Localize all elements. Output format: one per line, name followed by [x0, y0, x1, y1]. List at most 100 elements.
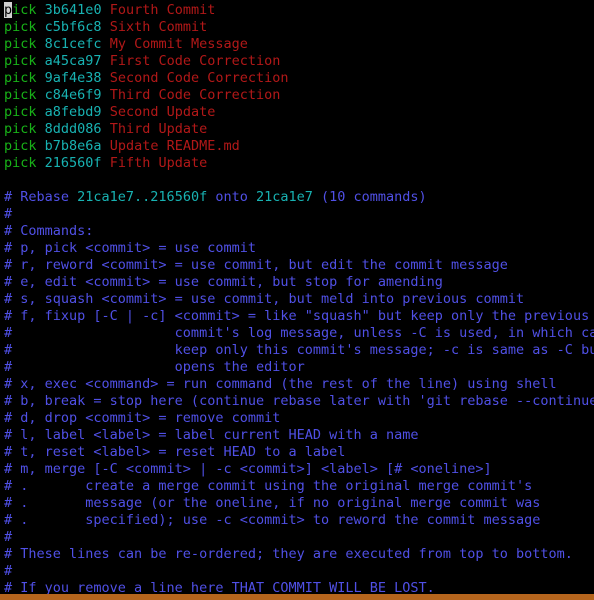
- comment-text: # l, label <label> = label current HEAD …: [4, 427, 419, 443]
- todo-sha[interactable]: a8febd9: [45, 104, 102, 120]
- comment-line: # keep only this commit's message; -c is…: [4, 342, 594, 359]
- todo-command[interactable]: pick: [4, 70, 37, 86]
- todo-line[interactable]: pick b7b8e6a Update README.md: [4, 138, 594, 155]
- text-cursor[interactable]: p: [4, 2, 13, 18]
- comment-text: #: [4, 206, 13, 222]
- rebase-command-count: (10 commands): [312, 189, 427, 205]
- todo-line[interactable]: pick a45ca97 First Code Correction: [4, 53, 594, 70]
- comment-line: # s, squash <commit> = use commit, but m…: [4, 291, 594, 308]
- comment-line: #: [4, 529, 594, 546]
- comment-text: # r, reword <commit> = use commit, but e…: [4, 257, 508, 273]
- comment-line: # opens the editor: [4, 359, 594, 376]
- todo-line[interactable]: pick 9af4e38 Second Code Correction: [4, 70, 594, 87]
- todo-subject[interactable]: Sixth Commit: [102, 19, 208, 35]
- todo-sha[interactable]: 8c1cefc: [45, 36, 102, 52]
- rebase-onto-sha: 21ca1e7: [255, 189, 313, 205]
- todo-command[interactable]: pick: [4, 138, 37, 154]
- comment-text: # b, break = stop here (continue rebase …: [4, 393, 594, 409]
- comment-line: #: [4, 563, 594, 580]
- rebase-header-line: # Rebase 21ca1e7..216560f onto 21ca1e7 (…: [4, 189, 594, 206]
- comment-text: # These lines can be re-ordered; they ar…: [4, 546, 573, 562]
- rebase-header-prefix: # Rebase: [4, 189, 78, 205]
- todo-sha[interactable]: c84e6f9: [45, 87, 102, 103]
- todo-sha[interactable]: 8ddd086: [45, 121, 102, 137]
- todo-subject[interactable]: Update README.md: [102, 138, 240, 154]
- comment-line: # . specified); use -c <commit> to rewor…: [4, 512, 594, 529]
- todo-line[interactable]: pick 3b641e0 Fourth Commit: [4, 2, 594, 19]
- comment-line: # d, drop <commit> = remove commit: [4, 410, 594, 427]
- todo-command[interactable]: pick: [4, 121, 37, 137]
- comment-text: # Commands:: [4, 223, 94, 239]
- editor-bottom-bar: [0, 594, 594, 597]
- comment-text: # d, drop <commit> = remove commit: [4, 410, 281, 426]
- todo-subject[interactable]: Second Update: [102, 104, 216, 120]
- comment-line: # p, pick <commit> = use commit: [4, 240, 594, 257]
- todo-command[interactable]: pick: [4, 87, 37, 103]
- comment-line: # commit's log message, unless -C is use…: [4, 325, 594, 342]
- todo-subject[interactable]: Fourth Commit: [102, 2, 216, 18]
- comment-text: # s, squash <commit> = use commit, but m…: [4, 291, 525, 307]
- blank: [4, 172, 12, 188]
- comment-line: # m, merge [-C <commit> | -c <commit>] <…: [4, 461, 594, 478]
- todo-command[interactable]: pick: [4, 36, 37, 52]
- todo-command[interactable]: pick: [4, 155, 37, 171]
- comment-text: # e, edit <commit> = use commit, but sto…: [4, 274, 443, 290]
- todo-subject[interactable]: My Commit Message: [102, 36, 248, 52]
- todo-subject[interactable]: Fifth Update: [102, 155, 208, 171]
- todo-line[interactable]: pick 8ddd086 Third Update: [4, 121, 594, 138]
- todo-sha[interactable]: 9af4e38: [45, 70, 102, 86]
- terminal-editor[interactable]: pick 3b641e0 Fourth Commit pick c5bf6c8 S…: [0, 0, 594, 600]
- todo-sha[interactable]: a45ca97: [45, 53, 102, 69]
- comment-line: # . create a merge commit using the orig…: [4, 478, 594, 495]
- comment-text: # commit's log message, unless -C is use…: [4, 325, 594, 341]
- comment-text: # . message (or the oneline, if no origi…: [4, 495, 541, 511]
- comment-line: #: [4, 206, 594, 223]
- rebase-todo-buffer[interactable]: pick 3b641e0 Fourth Commit pick c5bf6c8 S…: [0, 0, 594, 597]
- todo-line[interactable]: pick 8c1cefc My Commit Message: [4, 36, 594, 53]
- todo-subject[interactable]: Second Code Correction: [102, 70, 289, 86]
- todo-sha[interactable]: b7b8e6a: [45, 138, 102, 154]
- comment-text: # f, fixup [-C | -c] <commit> = like "sq…: [4, 308, 590, 324]
- todo-line[interactable]: pick a8febd9 Second Update: [4, 104, 594, 121]
- todo-sha[interactable]: 216560f: [45, 155, 102, 171]
- todo-command[interactable]: pick: [4, 104, 37, 120]
- todo-subject[interactable]: First Code Correction: [102, 53, 281, 69]
- comment-text: # x, exec <command> = run command (the r…: [4, 376, 557, 392]
- comment-line: # These lines can be re-ordered; they ar…: [4, 546, 594, 563]
- todo-subject[interactable]: Third Code Correction: [102, 87, 281, 103]
- comment-line: # r, reword <commit> = use commit, but e…: [4, 257, 594, 274]
- todo-subject[interactable]: Third Update: [102, 121, 208, 137]
- comment-line: # b, break = stop here (continue rebase …: [4, 393, 594, 410]
- rebase-range: 21ca1e7..216560f: [77, 189, 208, 205]
- comment-text: #: [4, 563, 13, 579]
- todo-line[interactable]: pick c5bf6c8 Sixth Commit: [4, 19, 594, 36]
- comment-line: # . message (or the oneline, if no origi…: [4, 495, 594, 512]
- comment-line: # f, fixup [-C | -c] <commit> = like "sq…: [4, 308, 594, 325]
- comment-text: # opens the editor: [4, 359, 305, 375]
- comment-text: # . create a merge commit using the orig…: [4, 478, 533, 494]
- comment-line: # t, reset <label> = reset HEAD to a lab…: [4, 444, 594, 461]
- comment-text: #: [4, 529, 13, 545]
- todo-line[interactable]: pick 216560f Fifth Update: [4, 155, 594, 172]
- todo-sha[interactable]: 3b641e0: [45, 2, 102, 18]
- todo-command[interactable]: pick: [4, 19, 37, 35]
- comment-text: # p, pick <commit> = use commit: [4, 240, 256, 256]
- todo-line[interactable]: pick c84e6f9 Third Code Correction: [4, 87, 594, 104]
- comment-text: # . specified); use -c <commit> to rewor…: [4, 512, 541, 528]
- todo-command[interactable]: ick: [12, 2, 36, 18]
- todo-command[interactable]: pick: [4, 53, 37, 69]
- comment-line: # Commands:: [4, 223, 594, 240]
- todo-sha[interactable]: c5bf6c8: [45, 19, 102, 35]
- blank-line: [4, 172, 594, 189]
- comment-line: # x, exec <command> = run command (the r…: [4, 376, 594, 393]
